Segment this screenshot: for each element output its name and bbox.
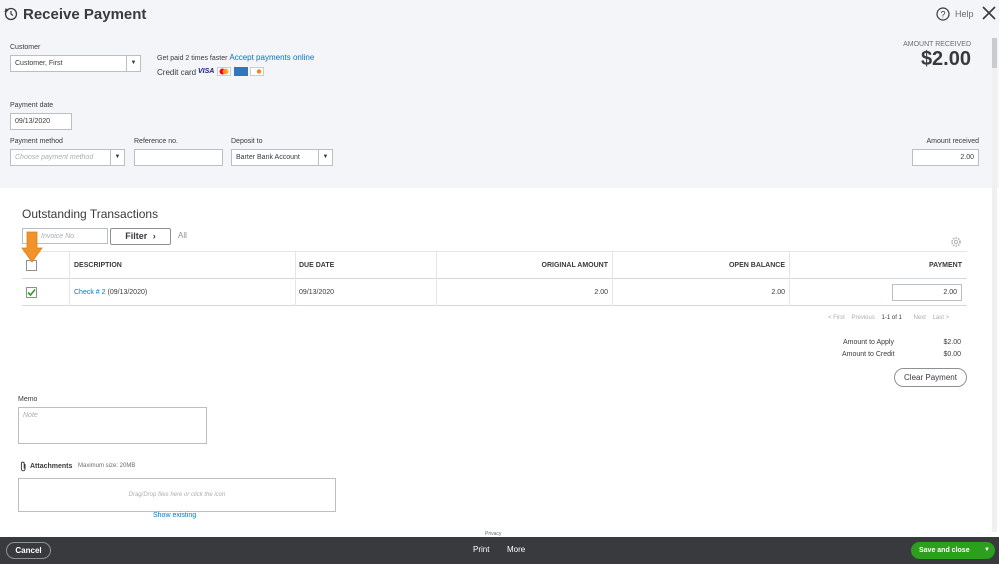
column-header-original-amount: ORIGINAL AMOUNT [541, 262, 609, 269]
accept-payments-link[interactable]: Accept payments online [229, 53, 314, 62]
column-divider [612, 252, 613, 306]
column-divider [295, 252, 296, 306]
paperclip-icon [19, 461, 28, 472]
customer-select[interactable]: Customer, First ▼ [10, 55, 141, 72]
chevron-down-icon[interactable]: ▼ [982, 546, 992, 555]
row-checkbox[interactable] [26, 287, 37, 298]
column-divider [436, 252, 437, 306]
print-button[interactable]: Print [473, 545, 489, 554]
table-row-divider [22, 305, 967, 306]
payment-method-label: Payment method [10, 138, 63, 145]
visa-icon: VISA [198, 68, 215, 75]
attachments-max-size: Maximum size: 20MB [78, 463, 136, 469]
row-due-date: 09/13/2020 [299, 289, 335, 296]
clear-payment-button[interactable]: Clear Payment [894, 368, 967, 387]
amount-received-total: $2.00 [920, 48, 971, 70]
filter-label: Filter [125, 231, 148, 241]
payment-date-label: Payment date [10, 102, 54, 109]
row-open-balance: 2.00 [771, 289, 785, 296]
deposit-to-select[interactable]: Barter Bank Account ▼ [231, 149, 333, 166]
deposit-to-label: Deposit to [231, 138, 263, 145]
pagination-previous[interactable]: Previous [852, 315, 875, 321]
payment-date-input[interactable]: 09/13/2020 [10, 113, 72, 130]
credit-card-label: Credit card [157, 68, 197, 77]
page-title: Receive Payment [23, 6, 147, 23]
amount-to-apply-label: Amount to Apply [843, 339, 894, 346]
help-icon[interactable]: ? [936, 7, 950, 21]
payment-method-select[interactable]: Choose payment method ▼ [10, 149, 125, 166]
close-icon[interactable] [982, 6, 996, 20]
settings-gear-icon[interactable] [950, 236, 962, 248]
reference-input[interactable] [134, 149, 223, 166]
check-link[interactable]: Check # 2 [74, 289, 106, 296]
pagination: < First Previous 1-1 of 1 Next Last > [828, 315, 949, 321]
filter-button[interactable]: Filter › [110, 228, 171, 245]
payment-method-placeholder: Choose payment method [15, 154, 94, 161]
pagination-next[interactable]: Next [914, 315, 926, 321]
table-top-border [22, 251, 967, 252]
row-description-date: (09/13/2020) [107, 289, 148, 296]
column-divider [789, 252, 790, 306]
cancel-button[interactable]: Cancel [6, 542, 51, 559]
pagination-first[interactable]: < First [828, 315, 845, 321]
customer-value: Customer, First [15, 60, 63, 67]
scrollbar-thumb[interactable] [992, 38, 997, 68]
dropzone-text: Drag/Drop files here or click the icon [128, 492, 226, 498]
chevron-down-icon[interactable]: ▼ [110, 150, 124, 165]
column-header-description: DESCRIPTION [74, 262, 122, 269]
memo-label: Memo [18, 396, 38, 403]
row-description: Check # 2 (09/13/2020) [74, 289, 147, 296]
memo-textarea[interactable]: Note [18, 407, 207, 444]
svg-text:?: ? [940, 10, 945, 20]
help-link[interactable]: Help [955, 9, 974, 19]
amount-to-credit-value: $0.00 [943, 351, 961, 358]
table-header-divider [22, 278, 967, 279]
pointer-arrow-icon [21, 231, 43, 263]
column-header-payment: PAYMENT [928, 262, 962, 269]
column-header-due-date: DUE DATE [299, 262, 335, 269]
mastercard-icon [217, 67, 231, 76]
payment-date-value: 09/13/2020 [15, 118, 51, 125]
check-icon [27, 288, 36, 297]
row-original-amount: 2.00 [594, 289, 608, 296]
filter-all-label[interactable]: All [178, 231, 187, 240]
discover-icon [250, 67, 264, 76]
scrollbar[interactable] [992, 38, 997, 532]
promo-text: Get paid 2 times faster [157, 55, 228, 62]
chevron-right-icon: › [152, 231, 156, 241]
amount-received-input[interactable]: 2.00 [912, 149, 979, 166]
save-and-close-label: Save and close [919, 547, 970, 554]
pagination-range: 1-1 of 1 [881, 315, 902, 321]
pagination-last[interactable]: Last > [933, 315, 950, 321]
amount-received-label: AMOUNT RECEIVED [903, 41, 971, 48]
outstanding-title: Outstanding Transactions [22, 207, 159, 221]
amount-to-credit-label: Amount to Credit [842, 351, 895, 358]
column-header-open-balance: OPEN BALANCE [728, 262, 785, 269]
column-divider [69, 252, 70, 306]
amount-received-field-value: 2.00 [960, 154, 974, 161]
memo-placeholder: Note [23, 412, 38, 419]
deposit-to-value: Barter Bank Account [236, 154, 300, 161]
reference-label: Reference no. [134, 138, 178, 145]
row-payment-value: 2.00 [943, 289, 957, 296]
amount-received-field-label: Amount received [926, 138, 979, 145]
amount-to-apply-value: $2.00 [943, 339, 961, 346]
chevron-down-icon[interactable]: ▼ [318, 150, 332, 165]
footer-bar [0, 537, 999, 564]
row-payment-input[interactable]: 2.00 [892, 284, 962, 301]
promo-line: Get paid 2 times faster Accept payments … [157, 53, 314, 62]
amex-icon [234, 67, 248, 76]
history-icon[interactable] [4, 7, 18, 21]
chevron-down-icon[interactable]: ▼ [126, 56, 140, 71]
customer-label: Customer [10, 44, 41, 51]
more-button[interactable]: More [507, 545, 525, 554]
show-existing-link[interactable]: Show existing [153, 512, 196, 519]
attachment-dropzone[interactable]: Drag/Drop files here or click the icon [18, 478, 336, 512]
attachments-label: Attachments [30, 463, 73, 470]
